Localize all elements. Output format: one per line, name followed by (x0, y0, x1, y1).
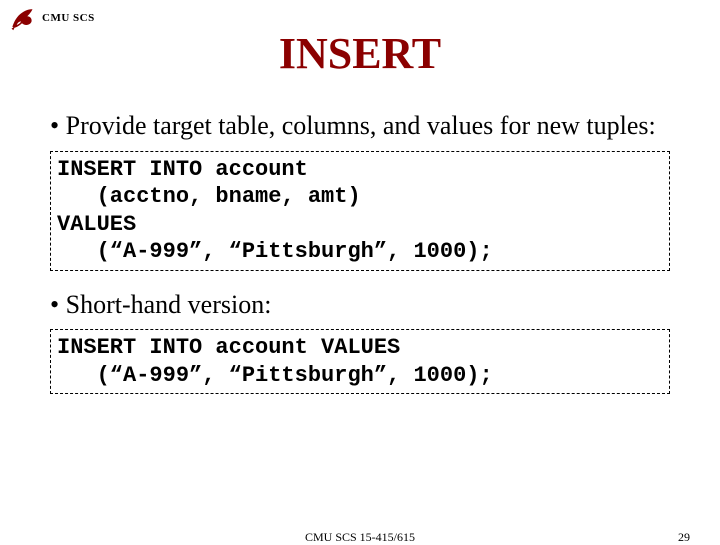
footer-course: CMU SCS 15-415/615 (0, 530, 720, 545)
slide-content: Provide target table, columns, and value… (50, 110, 670, 412)
bullet-shorthand: Short-hand version: (50, 289, 670, 322)
bullet-intro: Provide target table, columns, and value… (50, 110, 670, 143)
slide-title: INSERT (0, 28, 720, 79)
footer-page-number: 29 (678, 530, 690, 545)
org-label: CMU SCS (42, 12, 95, 24)
code-block-short: INSERT INTO account VALUES (“A-999”, “Pi… (50, 329, 670, 394)
code-block-full: INSERT INTO account (acctno, bname, amt)… (50, 151, 670, 271)
